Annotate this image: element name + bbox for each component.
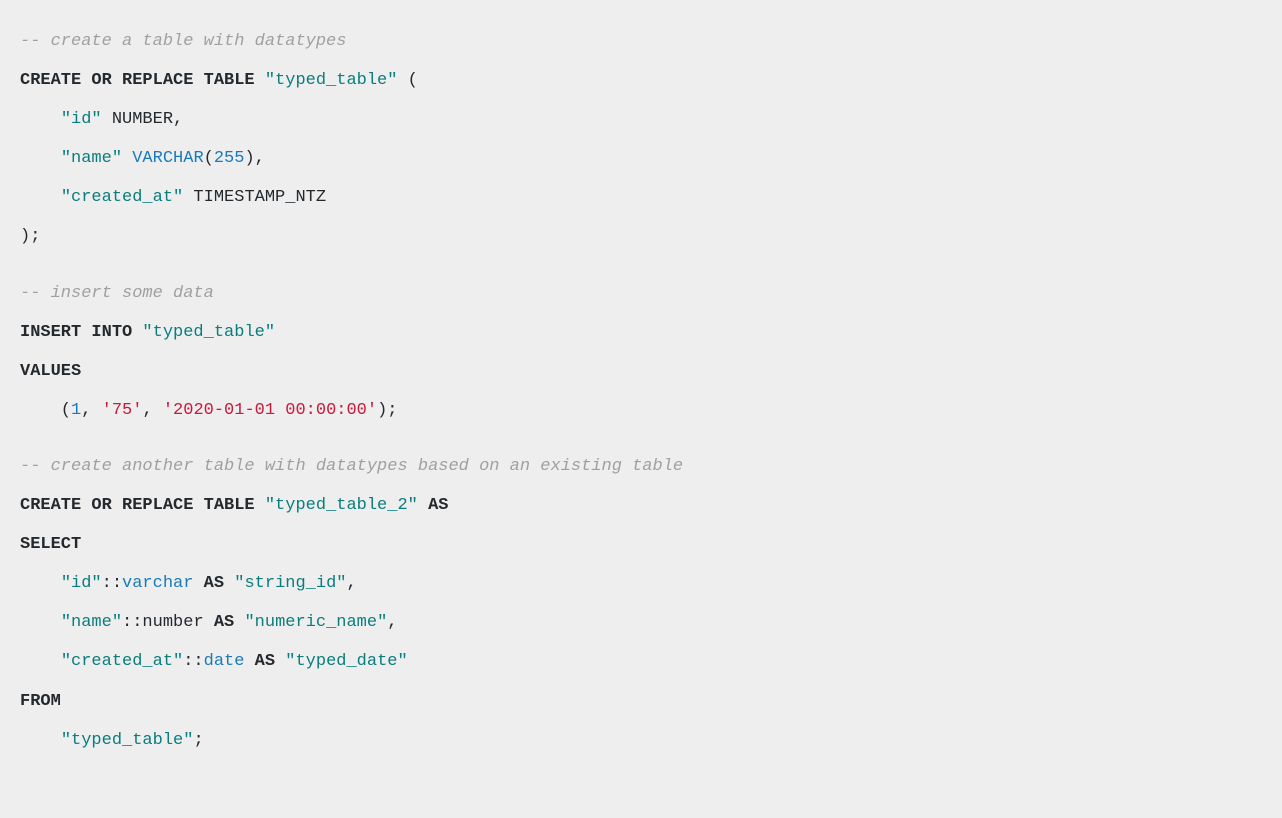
code-token-type: varchar bbox=[122, 574, 193, 593]
code-token-plain bbox=[20, 188, 61, 207]
code-token-plain bbox=[255, 71, 265, 90]
code-line: "created_at"::date AS "typed_date" bbox=[20, 642, 1262, 681]
code-token-plain bbox=[132, 323, 142, 342]
code-token-plain: ( bbox=[20, 401, 71, 420]
code-line: -- insert some data bbox=[20, 274, 1262, 313]
code-token-plain: ( bbox=[397, 71, 417, 90]
code-line bbox=[20, 257, 1262, 274]
code-token-plain: NUMBER, bbox=[102, 110, 184, 129]
code-token-keyword: AS bbox=[428, 496, 448, 515]
code-token-comment: -- create a table with datatypes bbox=[20, 32, 346, 51]
code-token-plain bbox=[234, 613, 244, 632]
code-token-plain bbox=[122, 149, 132, 168]
code-token-string: "created_at" bbox=[61, 652, 183, 671]
code-line: (1, '75', '2020-01-01 00:00:00'); bbox=[20, 391, 1262, 430]
code-line: "typed_table"; bbox=[20, 721, 1262, 760]
code-token-keyword: SELECT bbox=[20, 535, 81, 554]
code-token-plain: ; bbox=[193, 731, 203, 750]
code-token-plain: ( bbox=[204, 149, 214, 168]
code-token-literal: '2020-01-01 00:00:00' bbox=[163, 401, 377, 420]
code-token-plain bbox=[20, 731, 61, 750]
code-token-plain: TIMESTAMP_NTZ bbox=[183, 188, 326, 207]
code-token-number: 1 bbox=[71, 401, 81, 420]
code-token-plain bbox=[20, 613, 61, 632]
code-token-plain: , bbox=[142, 401, 162, 420]
code-token-number: 255 bbox=[214, 149, 245, 168]
code-line: -- create another table with datatypes b… bbox=[20, 447, 1262, 486]
code-token-keyword: FROM bbox=[20, 692, 61, 711]
code-token-string: "typed_table" bbox=[265, 71, 398, 90]
code-token-keyword: INSERT INTO bbox=[20, 323, 132, 342]
code-token-string: "id" bbox=[61, 574, 102, 593]
code-line: -- create a table with datatypes bbox=[20, 22, 1262, 61]
code-token-keyword: VALUES bbox=[20, 362, 81, 381]
code-token-string: "numeric_name" bbox=[244, 613, 387, 632]
code-line: "id" NUMBER, bbox=[20, 100, 1262, 139]
code-token-string: "string_id" bbox=[234, 574, 346, 593]
code-line: CREATE OR REPLACE TABLE "typed_table" ( bbox=[20, 61, 1262, 100]
code-token-plain: :: bbox=[183, 652, 203, 671]
code-line bbox=[20, 430, 1262, 447]
code-token-string: "typed_table_2" bbox=[265, 496, 418, 515]
code-token-plain bbox=[20, 110, 61, 129]
code-line: "id"::varchar AS "string_id", bbox=[20, 564, 1262, 603]
code-token-plain bbox=[418, 496, 428, 515]
code-token-type: date bbox=[204, 652, 245, 671]
code-token-plain bbox=[255, 496, 265, 515]
code-token-plain bbox=[244, 652, 254, 671]
code-token-keyword: CREATE OR REPLACE TABLE bbox=[20, 71, 255, 90]
code-token-plain: ); bbox=[377, 401, 397, 420]
code-token-plain bbox=[20, 149, 61, 168]
code-token-comment: -- create another table with datatypes b… bbox=[20, 457, 683, 476]
code-line: FROM bbox=[20, 682, 1262, 721]
code-token-string: "created_at" bbox=[61, 188, 183, 207]
code-token-keyword: AS bbox=[204, 574, 224, 593]
code-line: CREATE OR REPLACE TABLE "typed_table_2" … bbox=[20, 486, 1262, 525]
code-token-string: "id" bbox=[61, 110, 102, 129]
code-line: ); bbox=[20, 217, 1262, 256]
code-token-plain bbox=[20, 652, 61, 671]
code-token-literal: '75' bbox=[102, 401, 143, 420]
code-line: SELECT bbox=[20, 525, 1262, 564]
code-token-keyword: AS bbox=[255, 652, 275, 671]
code-line: "name" VARCHAR(255), bbox=[20, 139, 1262, 178]
code-token-plain bbox=[275, 652, 285, 671]
code-line: VALUES bbox=[20, 352, 1262, 391]
code-token-plain: , bbox=[387, 613, 397, 632]
code-token-plain: :: bbox=[102, 574, 122, 593]
code-token-plain: ); bbox=[20, 227, 40, 246]
code-token-string: "typed_table" bbox=[61, 731, 194, 750]
code-line: "name"::number AS "numeric_name", bbox=[20, 603, 1262, 642]
code-token-plain bbox=[193, 574, 203, 593]
code-token-plain: , bbox=[81, 401, 101, 420]
code-token-plain bbox=[224, 574, 234, 593]
code-token-plain: ), bbox=[244, 149, 264, 168]
code-token-string: "typed_date" bbox=[285, 652, 407, 671]
code-token-string: "name" bbox=[61, 149, 122, 168]
code-line: INSERT INTO "typed_table" bbox=[20, 313, 1262, 352]
code-token-string: "typed_table" bbox=[142, 323, 275, 342]
sql-code-block: -- create a table with datatypes CREATE O… bbox=[20, 22, 1262, 760]
code-token-plain: ::number bbox=[122, 613, 214, 632]
code-token-plain: , bbox=[346, 574, 356, 593]
code-line: "created_at" TIMESTAMP_NTZ bbox=[20, 178, 1262, 217]
code-token-plain bbox=[20, 574, 61, 593]
code-token-keyword: CREATE OR REPLACE TABLE bbox=[20, 496, 255, 515]
code-token-string: "name" bbox=[61, 613, 122, 632]
code-token-keyword: AS bbox=[214, 613, 234, 632]
code-token-comment: -- insert some data bbox=[20, 284, 214, 303]
code-token-type: VARCHAR bbox=[132, 149, 203, 168]
